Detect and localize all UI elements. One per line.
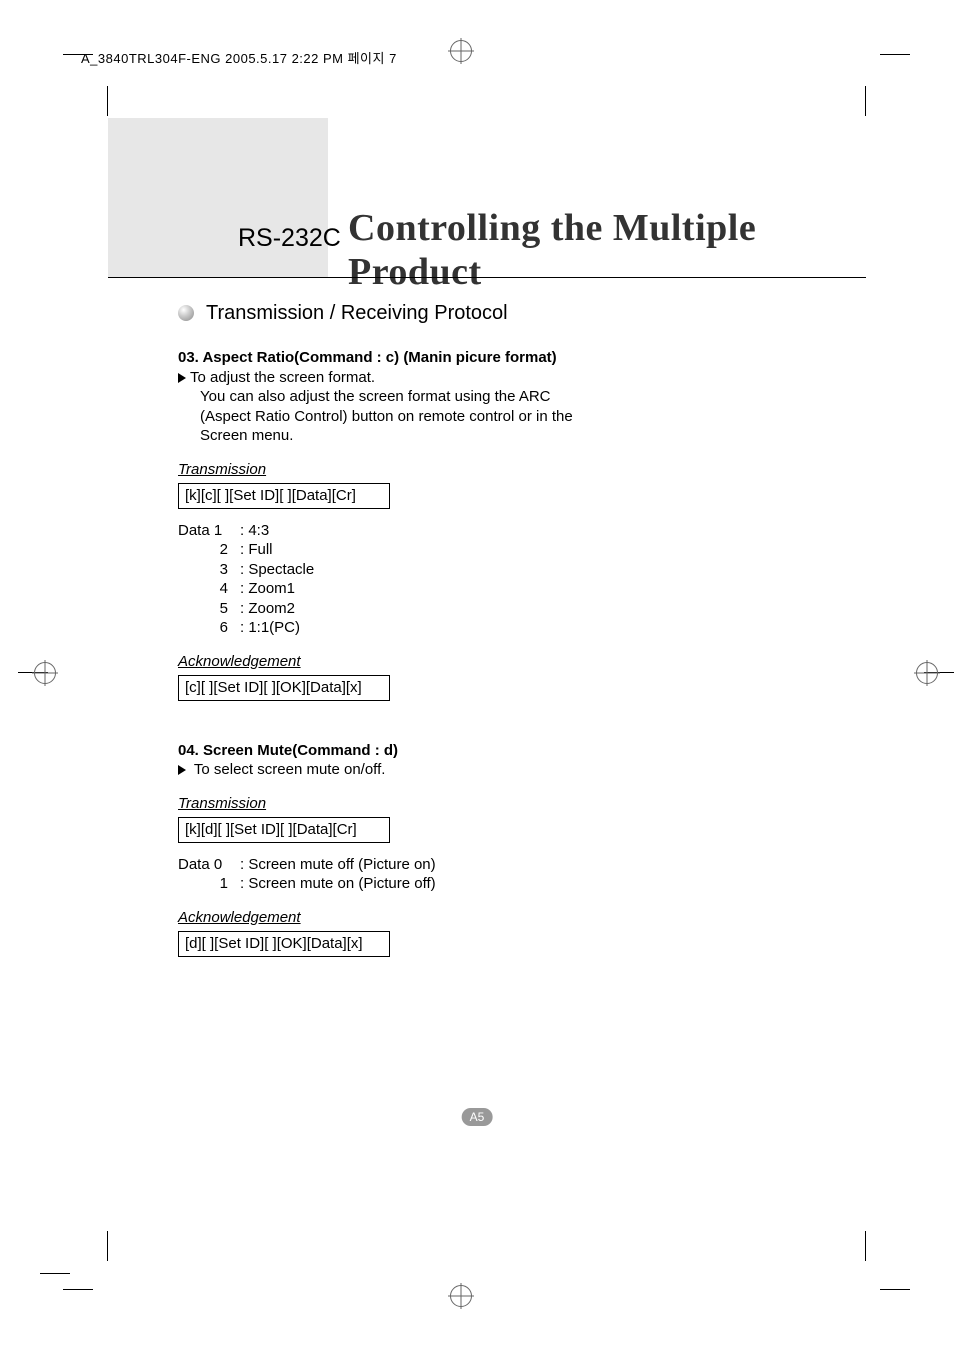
text: Data 1 [178, 521, 240, 541]
header-subtitle: RS-232C [238, 224, 341, 253]
text: : Spectacle [240, 560, 314, 580]
text: : Full [240, 540, 273, 560]
list-item: 2: Full [178, 540, 778, 560]
registration-mark-icon [32, 660, 58, 686]
acknowledgement-code: [d][ ][Set ID][ ][OK][Data][x] [178, 931, 390, 957]
acknowledgement-label: Acknowledgement [178, 652, 778, 672]
section-heading-text: Transmission / Receiving Protocol [206, 300, 508, 326]
text: (Aspect Ratio Control) button on remote … [200, 407, 778, 427]
command-03-description: To adjust the screen format. You can als… [178, 368, 778, 446]
text: : 4:3 [240, 521, 269, 541]
crop-mark [107, 86, 108, 116]
registration-mark-icon [448, 38, 474, 64]
crop-mark [865, 86, 866, 116]
crop-mark [40, 1273, 70, 1274]
page-header: RS-232C Controlling the Multiple Product [108, 118, 866, 278]
transmission-label: Transmission [178, 460, 778, 480]
text: To select screen mute on/off. [194, 761, 386, 778]
registration-mark-icon [448, 1283, 474, 1309]
registration-mark-icon [914, 660, 940, 686]
command-04-title: 04. Screen Mute(Command : d) [178, 741, 778, 761]
text: 3 [178, 560, 240, 580]
list-item: Data 1: 4:3 [178, 521, 778, 541]
content-area: Transmission / Receiving Protocol 03. As… [178, 300, 778, 957]
list-item: 5: Zoom2 [178, 599, 778, 619]
list-item: Data 0: Screen mute off (Picture on) [178, 855, 778, 875]
text: 6 [178, 618, 240, 638]
crop-mark [107, 1231, 108, 1261]
list-item: 4: Zoom1 [178, 579, 778, 599]
text: To adjust the screen format. [190, 369, 375, 386]
text: : Screen mute on (Picture off) [240, 874, 436, 894]
text: Data 0 [178, 855, 240, 875]
crop-mark [880, 1289, 910, 1290]
arrow-right-icon [178, 765, 186, 775]
text: 1 [178, 874, 240, 894]
text: : Zoom2 [240, 599, 295, 619]
text: 2 [178, 540, 240, 560]
command-04-data-list: Data 0: Screen mute off (Picture on) 1: … [178, 855, 778, 894]
text: : 1:1(PC) [240, 618, 300, 638]
acknowledgement-code: [c][ ][Set ID][ ][OK][Data][x] [178, 675, 390, 701]
list-item: 3: Spectacle [178, 560, 778, 580]
text: 5 [178, 599, 240, 619]
text: : Screen mute off (Picture on) [240, 855, 436, 875]
acknowledgement-label: Acknowledgement [178, 908, 778, 928]
arrow-right-icon [178, 373, 186, 383]
header-grey-box [108, 118, 328, 278]
list-item: 1: Screen mute on (Picture off) [178, 874, 778, 894]
text: : Zoom1 [240, 579, 295, 599]
print-metadata: A_3840TRL304F-ENG 2005.5.17 2:22 PM 페이지 … [81, 48, 397, 67]
header-rule [108, 277, 866, 278]
transmission-code: [k][d][ ][Set ID][ ][Data][Cr] [178, 817, 390, 843]
command-03-data-list: Data 1: 4:3 2: Full 3: Spectacle 4: Zoom… [178, 521, 778, 638]
text: 4 [178, 579, 240, 599]
section-heading: Transmission / Receiving Protocol [178, 300, 778, 326]
transmission-code: [k][c][ ][Set ID][ ][Data][Cr] [178, 483, 390, 509]
crop-mark [63, 1289, 93, 1290]
crop-mark [880, 54, 910, 55]
command-03-title: 03. Aspect Ratio(Command : c) (Manin pic… [178, 348, 778, 368]
crop-mark [865, 1231, 866, 1261]
transmission-label: Transmission [178, 794, 778, 814]
page-title: Controlling the Multiple Product [348, 206, 866, 294]
sphere-bullet-icon [178, 305, 194, 321]
text: You can also adjust the screen format us… [200, 387, 778, 407]
list-item: 6: 1:1(PC) [178, 618, 778, 638]
page-number: A5 [462, 1108, 493, 1126]
command-04-description: To select screen mute on/off. [178, 760, 778, 780]
text: Screen menu. [200, 426, 778, 446]
page: A_3840TRL304F-ENG 2005.5.17 2:22 PM 페이지 … [0, 0, 954, 1351]
